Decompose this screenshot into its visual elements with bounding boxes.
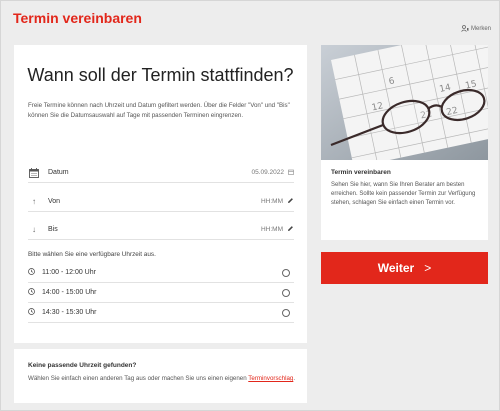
calendar-glasses-image: 14 15 21 22 6 12 <box>321 45 488 160</box>
von-field[interactable]: ↑ Von HH:MM <box>28 192 294 212</box>
intro-text: Freie Termine können nach Uhrzeit und Da… <box>28 102 290 119</box>
clock-icon <box>28 268 38 277</box>
weiter-button[interactable]: Weiter > <box>321 252 488 284</box>
bis-value: HH:MM <box>260 226 283 233</box>
suggest-appointment-link[interactable]: Terminvorschlag <box>248 375 293 382</box>
von-label: Von <box>48 198 61 205</box>
page-frame: Termin vereinbaren Merken Wann soll der … <box>0 0 500 411</box>
header: Termin vereinbaren Merken <box>1 1 500 41</box>
arrow-up-icon: ↑ <box>32 197 36 206</box>
question-title: Wann soll der Termin stattfinden? <box>27 65 294 85</box>
help-text-body: Wählen Sie einfach einen anderen Tag aus… <box>28 375 247 382</box>
appointment-card: Wann soll der Termin stattfinden? Freie … <box>14 45 307 343</box>
von-value: HH:MM <box>260 198 283 205</box>
clock-icon <box>28 308 38 317</box>
merken-label: Merken <box>470 25 491 32</box>
clock-icon <box>28 288 38 297</box>
pencil-icon[interactable] <box>287 197 294 206</box>
help-text: Wählen Sie einfach einen anderen Tag aus… <box>28 374 298 384</box>
weiter-label: Weiter <box>377 261 415 275</box>
pencil-icon[interactable] <box>287 225 294 234</box>
time-slot[interactable]: 11:00 - 12:00 Uhr <box>28 263 294 283</box>
time-slot-radio[interactable] <box>282 268 290 277</box>
date-label: Datum <box>48 169 69 176</box>
info-text: Sehen Sie hier, wann Sie Ihren Berater a… <box>331 182 476 206</box>
time-slot[interactable]: 14:00 - 15:00 Uhr <box>28 283 294 303</box>
bis-label: Bis <box>48 226 58 233</box>
arrow-down-icon: ↓ <box>32 225 36 234</box>
date-value: 05.09.2022 <box>251 169 284 176</box>
time-slot-label: 14:00 - 15:00 Uhr <box>42 289 97 296</box>
time-slot[interactable]: 14:30 - 15:30 Uhr <box>28 303 294 323</box>
time-slot-label: 11:00 - 12:00 Uhr <box>42 269 96 276</box>
date-field[interactable]: Datum 05.09.2022 <box>28 163 294 183</box>
page-title: Termin vereinbaren <box>13 10 142 26</box>
bis-field[interactable]: ↓ Bis HH:MM <box>28 220 294 240</box>
choose-time-text: Bitte wählen Sie eine verfügbare Uhrzeit… <box>28 251 156 258</box>
person-bookmark-icon <box>461 25 469 32</box>
help-title: Keine passende Uhrzeit gefunden? <box>28 362 137 369</box>
info-card: 14 15 21 22 6 12 Termin vereinbaren Sehen S… <box>321 45 488 240</box>
time-slot-radio[interactable] <box>282 288 290 297</box>
calendar-picker-icon[interactable] <box>288 169 294 177</box>
time-slot-radio[interactable] <box>282 308 290 317</box>
merken-button[interactable]: Merken <box>461 25 491 32</box>
chevron-right-icon: > <box>424 261 432 275</box>
time-slot-label: 14:30 - 15:30 Uhr <box>42 309 97 316</box>
info-title: Termin vereinbaren <box>331 169 391 176</box>
no-time-found-card: Keine passende Uhrzeit gefunden? Wählen … <box>14 349 307 403</box>
calendar-icon <box>28 167 40 178</box>
help-text-end: . <box>293 375 296 382</box>
